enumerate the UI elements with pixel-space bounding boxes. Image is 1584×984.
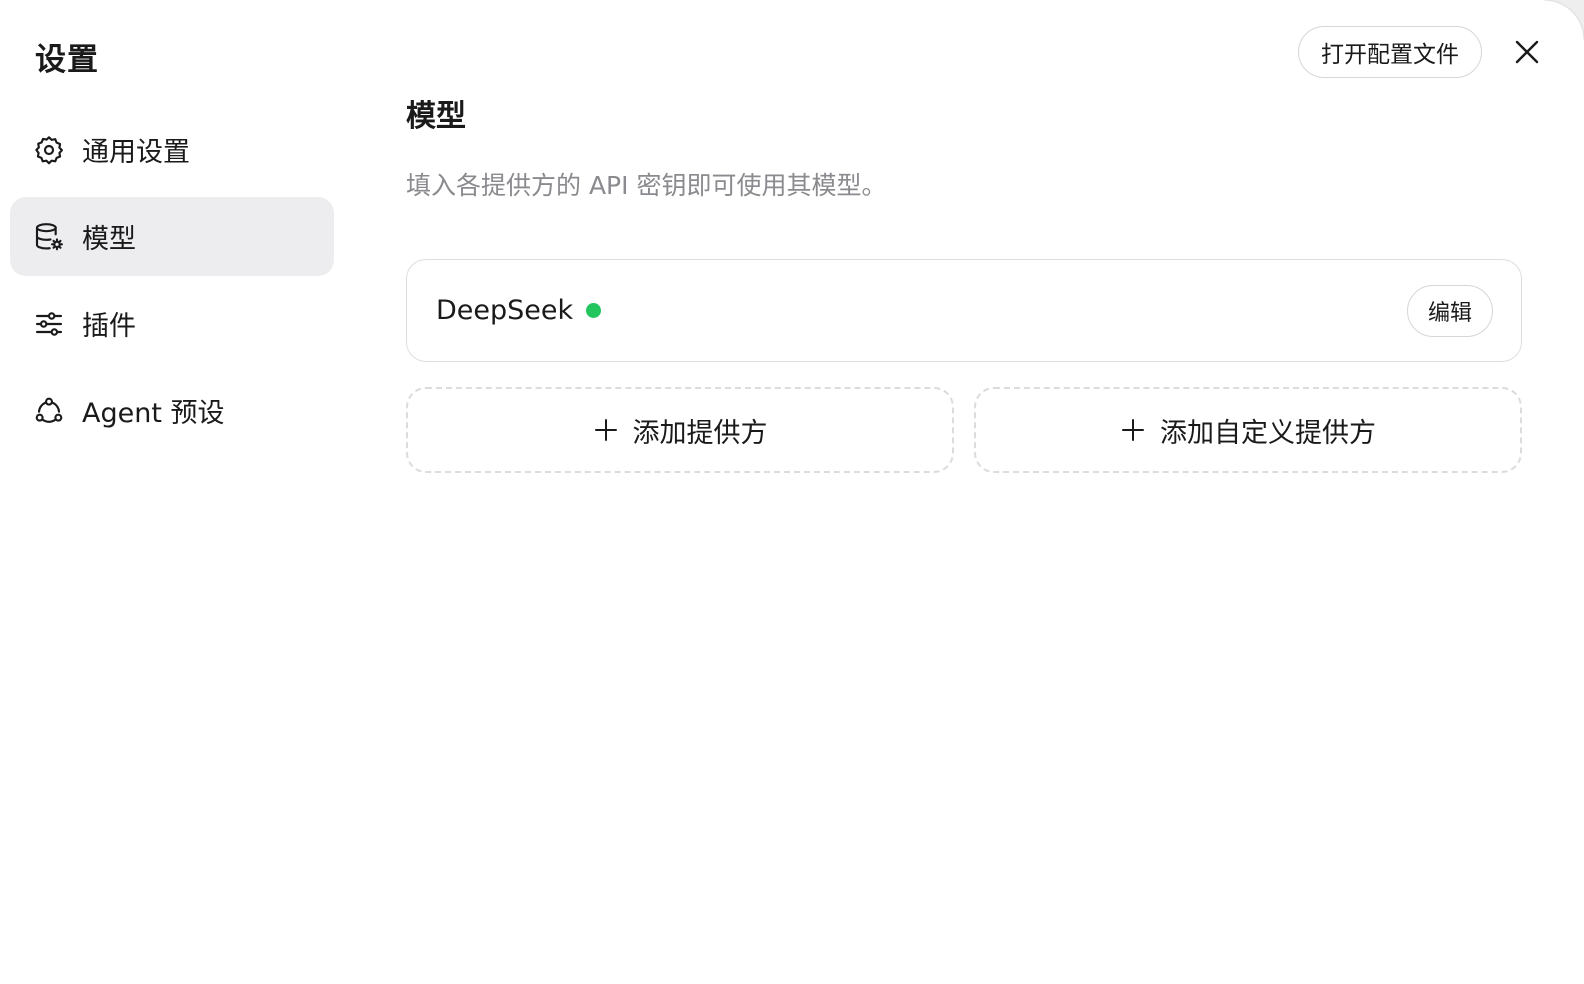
main-content: 模型 填入各提供方的 API 密钥即可使用其模型。 DeepSeek 编辑 添加… [406, 96, 1522, 473]
gear-icon [32, 133, 66, 167]
window-corner [1544, 0, 1584, 40]
plus-icon [1120, 417, 1146, 443]
add-provider-label: 添加提供方 [632, 417, 768, 449]
database-gear-icon [32, 220, 66, 254]
top-actions: 打开配置文件 [1298, 26, 1544, 78]
close-button[interactable] [1510, 35, 1544, 69]
open-config-button[interactable]: 打开配置文件 [1298, 26, 1482, 78]
sidebar-item-label: Agent 预设 [82, 398, 225, 429]
sidebar-item-label: 通用设置 [82, 137, 190, 168]
sidebar-item-label: 插件 [82, 311, 136, 342]
sidebar-item-agent-presets[interactable]: Agent 预设 [10, 371, 334, 450]
sidebar-item-general[interactable]: 通用设置 [10, 110, 334, 189]
sidebar-item-label: 模型 [82, 224, 136, 255]
settings-window: 设置 打开配置文件 通用设置 模型 插件 Agent 预设 模型 填入各提供方的… [0, 0, 1584, 984]
edit-provider-button[interactable]: 编辑 [1406, 284, 1493, 337]
sidebar: 通用设置 模型 插件 Agent 预设 [10, 110, 334, 458]
sidebar-item-models[interactable]: 模型 [10, 197, 334, 276]
close-icon [1515, 40, 1539, 64]
add-provider-button[interactable]: 添加提供方 [406, 387, 954, 473]
provider-name: DeepSeek [436, 295, 574, 326]
section-description: 填入各提供方的 API 密钥即可使用其模型。 [406, 171, 887, 200]
status-dot [586, 303, 602, 318]
provider-card-deepseek: DeepSeek 编辑 [406, 259, 1522, 362]
add-custom-provider-button[interactable]: 添加自定义提供方 [974, 387, 1522, 473]
agent-network-icon [32, 394, 66, 428]
sidebar-item-plugins[interactable]: 插件 [10, 284, 334, 363]
add-provider-row: 添加提供方 添加自定义提供方 [406, 387, 1522, 473]
sliders-icon [32, 307, 66, 341]
plus-icon [593, 417, 619, 443]
page-title: 设置 [35, 42, 99, 78]
section-title: 模型 [406, 99, 466, 134]
add-custom-provider-label: 添加自定义提供方 [1160, 417, 1376, 449]
